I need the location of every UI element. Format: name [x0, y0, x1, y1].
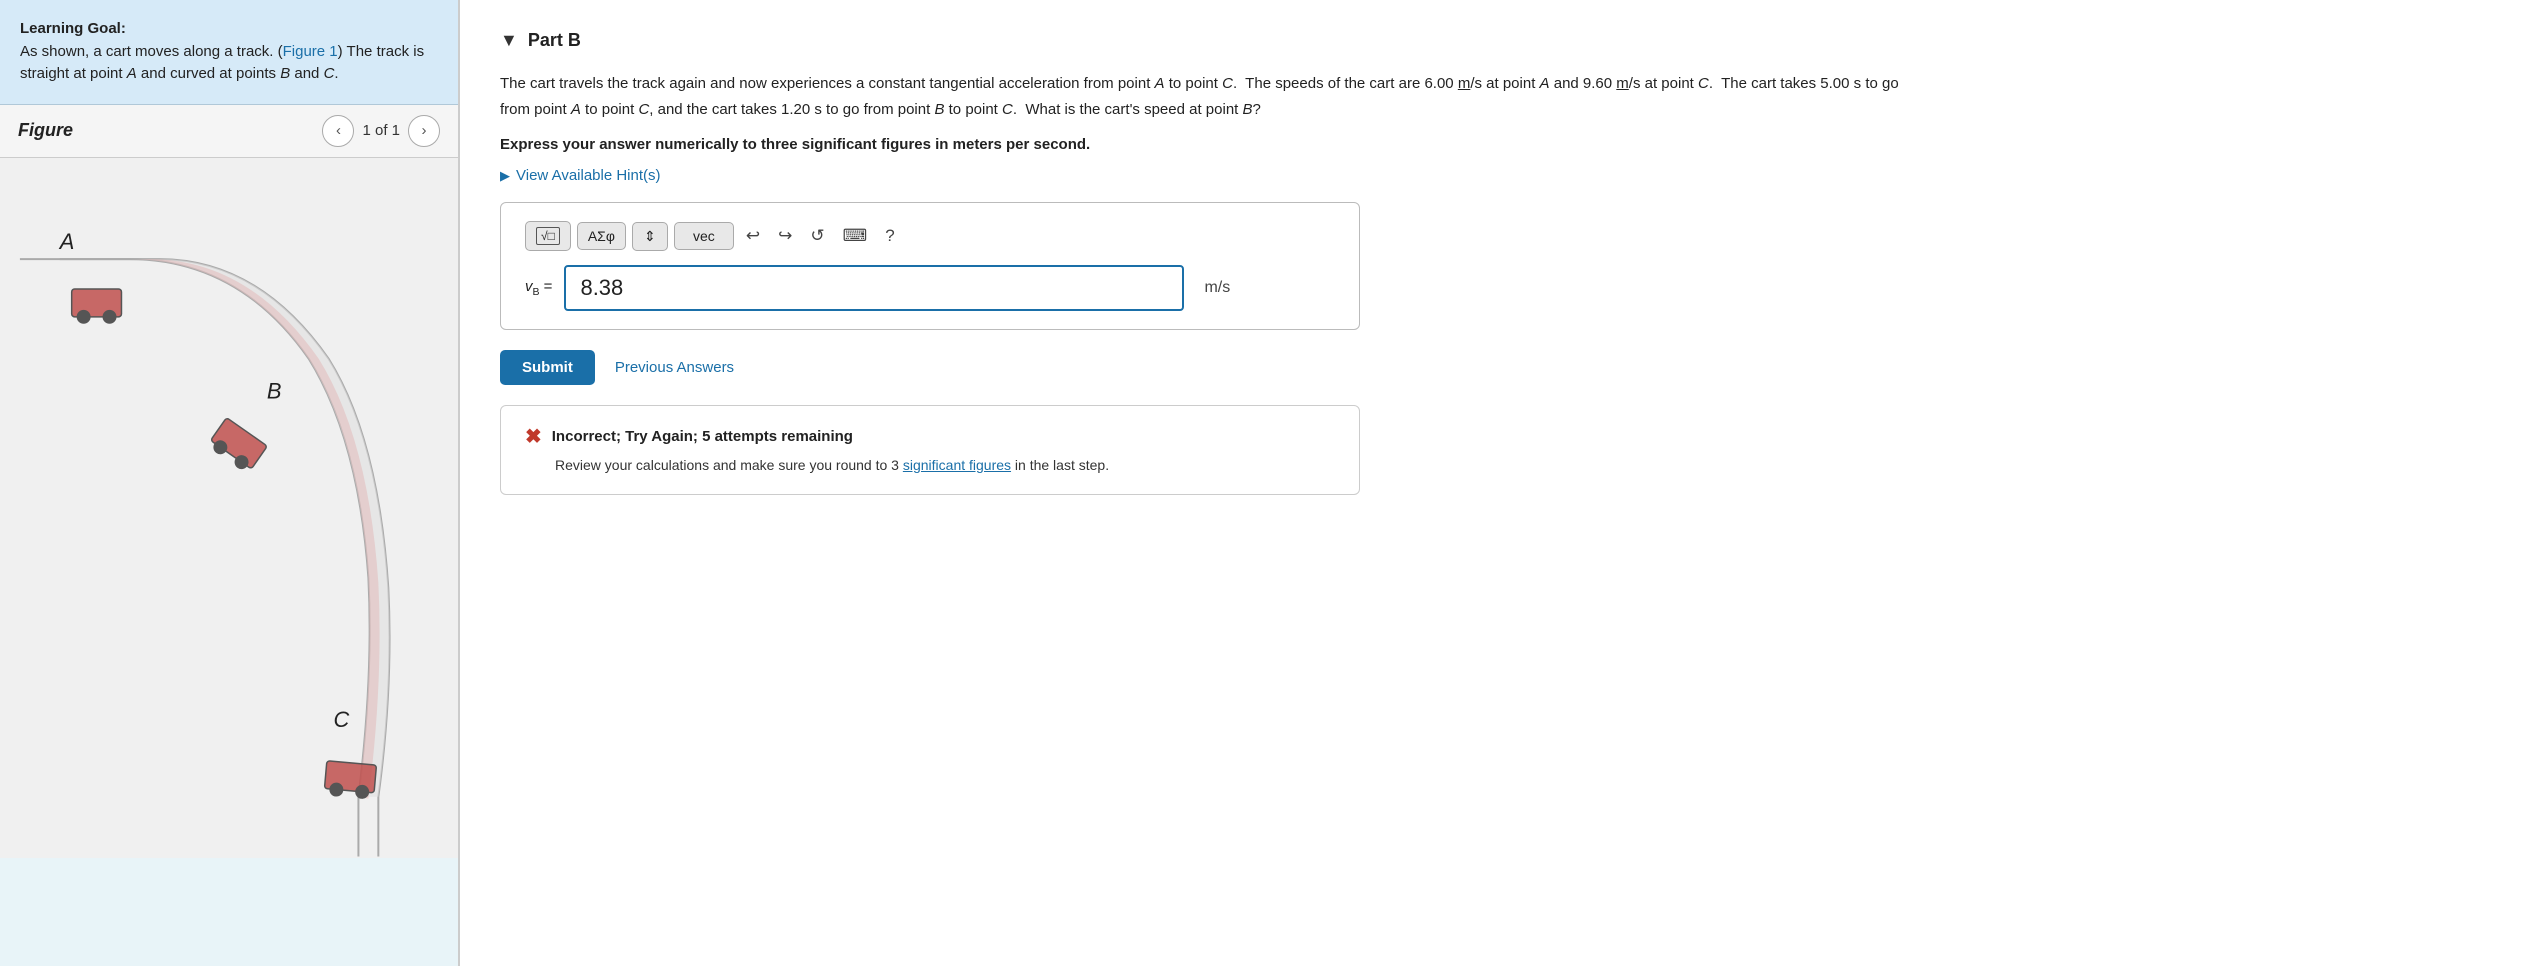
question-text: The cart travels the track again and now…	[500, 71, 1900, 122]
input-label: vB =	[525, 278, 552, 298]
figure-section: Figure ‹ 1 of 1 ›	[0, 105, 458, 858]
sqrt-icon: √□	[536, 227, 560, 245]
greek-button[interactable]: ΑΣφ	[577, 222, 626, 250]
point-b-label: B	[267, 378, 282, 403]
learning-goal-box: Learning Goal: As shown, a cart moves al…	[0, 0, 458, 105]
sqrt-button[interactable]: √□	[525, 221, 571, 251]
feedback-header: ✖ Incorrect; Try Again; 5 attempts remai…	[525, 424, 1335, 449]
learning-goal-label: Learning Goal:	[20, 20, 126, 37]
figure-link[interactable]: Figure 1	[283, 43, 338, 60]
hint-link[interactable]: ▶ View Available Hint(s)	[500, 167, 2484, 184]
x-icon: ✖	[525, 424, 542, 449]
feedback-box: ✖ Incorrect; Try Again; 5 attempts remai…	[500, 405, 1360, 495]
figure-page-label: 1 of 1	[362, 122, 400, 139]
arrows-button[interactable]: ⇕	[632, 222, 668, 251]
point-a-label: A	[58, 229, 75, 254]
figure-next-button[interactable]: ›	[408, 115, 440, 147]
redo-button[interactable]: ↪	[772, 222, 798, 250]
input-row: vB = m/s	[525, 265, 1335, 311]
cart-c	[324, 760, 377, 799]
previous-answers-link[interactable]: Previous Answers	[615, 359, 734, 376]
cart-b	[207, 417, 268, 474]
point-c-label: C	[334, 707, 350, 732]
feedback-body: Review your calculations and make sure y…	[555, 455, 1335, 476]
learning-goal-text: As shown, a cart moves along a track. (F…	[20, 43, 424, 83]
part-collapse-arrow[interactable]: ▼	[500, 30, 518, 51]
answer-box: √□ ΑΣφ ⇕ vec ↩ ↪ ↺ ⌨ ? vB =	[500, 202, 1360, 330]
vec-button[interactable]: vec	[674, 222, 734, 250]
keyboard-button[interactable]: ⌨	[837, 222, 874, 250]
significant-figures-link[interactable]: significant figures	[903, 457, 1011, 473]
track-svg: A B C	[0, 158, 458, 858]
figure-image-area: A B C	[0, 158, 458, 858]
figure-header: Figure ‹ 1 of 1 ›	[0, 105, 458, 158]
submit-row: Submit Previous Answers	[500, 350, 2484, 385]
toolbar: √□ ΑΣφ ⇕ vec ↩ ↪ ↺ ⌨ ?	[525, 221, 1335, 251]
greek-icon: ΑΣφ	[588, 228, 615, 244]
unit-label: m/s	[1204, 279, 1230, 297]
figure-prev-button[interactable]: ‹	[322, 115, 354, 147]
bold-instruction: Express your answer numerically to three…	[500, 136, 2484, 153]
feedback-body-end: in the last step.	[1011, 457, 1109, 473]
figure-nav: ‹ 1 of 1 ›	[322, 115, 440, 147]
feedback-body-start: Review your calculations and make sure y…	[555, 457, 903, 473]
answer-input[interactable]	[564, 265, 1184, 311]
arrows-icon: ⇕	[644, 228, 656, 245]
part-header: ▼ Part B	[500, 30, 2484, 51]
wheel-a1	[77, 309, 91, 323]
wheel-a2	[103, 309, 117, 323]
right-panel: ▼ Part B The cart travels the track agai…	[460, 0, 2524, 966]
left-panel: Learning Goal: As shown, a cart moves al…	[0, 0, 460, 966]
refresh-button[interactable]: ↺	[804, 222, 830, 250]
part-title: Part B	[528, 30, 581, 51]
help-button[interactable]: ?	[879, 222, 900, 250]
feedback-title: Incorrect; Try Again; 5 attempts remaini…	[552, 428, 853, 445]
figure-title: Figure	[18, 120, 73, 141]
vec-label: vec	[693, 228, 715, 244]
hint-link-label: View Available Hint(s)	[516, 167, 661, 184]
hint-arrow-icon: ▶	[500, 168, 510, 184]
undo-button[interactable]: ↩	[740, 222, 766, 250]
submit-button[interactable]: Submit	[500, 350, 595, 385]
